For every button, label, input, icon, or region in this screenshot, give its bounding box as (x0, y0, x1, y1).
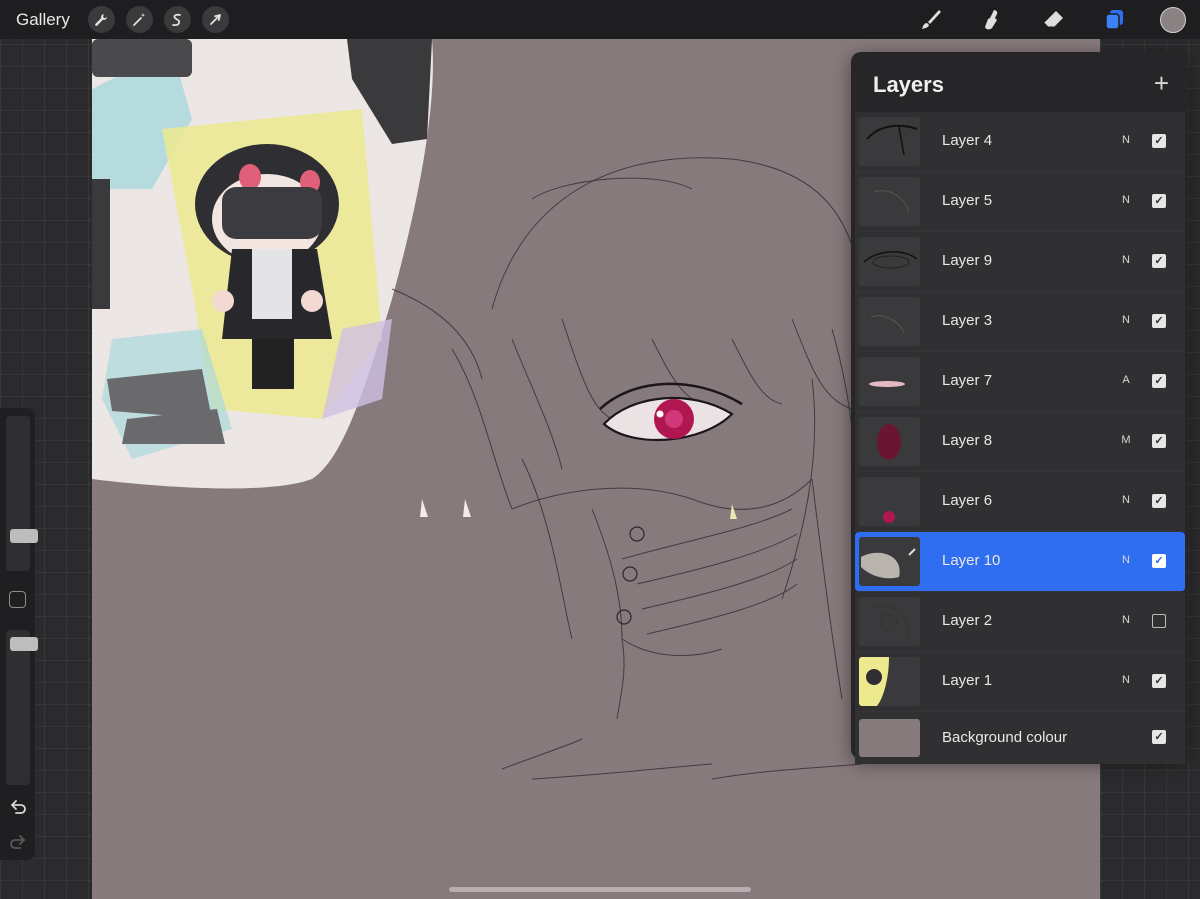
blend-mode-button[interactable]: N (1121, 314, 1131, 326)
layer-name: Layer 10 (942, 552, 1001, 569)
layer-row[interactable]: Layer 1 N ✓ (855, 652, 1185, 712)
blend-mode-button[interactable]: N (1121, 254, 1131, 266)
layer-name: Background colour (942, 729, 1068, 746)
layers-icon (1105, 9, 1123, 30)
blend-mode-button[interactable]: N (1121, 614, 1131, 626)
blend-mode-button[interactable]: N (1121, 194, 1131, 206)
brush-icon (922, 9, 941, 29)
brush-size-thumb[interactable] (10, 528, 38, 543)
modify-button[interactable] (9, 591, 26, 608)
layer-thumbnail[interactable] (859, 117, 920, 166)
magic-wand-icon (133, 12, 146, 26)
eraser-icon (1043, 10, 1063, 27)
layer-row[interactable]: Layer 3 N ✓ (855, 292, 1185, 352)
transform-button[interactable] (201, 6, 229, 33)
layer-thumbnail[interactable] (859, 417, 920, 466)
background-colour-row[interactable]: Background colour ✓ (855, 712, 1185, 764)
wrench-icon (95, 13, 108, 26)
layer-name: Layer 6 (942, 492, 993, 509)
smudge-icon (985, 9, 998, 29)
redo-icon[interactable] (8, 833, 28, 853)
selection-button[interactable] (163, 6, 191, 33)
layer-name: Layer 9 (942, 252, 993, 269)
layer-row[interactable]: Layer 9 N ✓ (855, 232, 1185, 292)
layer-name: Layer 1 (942, 672, 993, 689)
layer-name: Layer 8 (942, 432, 993, 449)
layer-thumbnail[interactable] (859, 297, 920, 346)
layer-thumbnail[interactable] (859, 597, 920, 646)
visibility-checkbox[interactable]: ✓ (1152, 254, 1166, 268)
brush-size-slider[interactable] (6, 416, 38, 571)
blend-mode-button[interactable]: N (1121, 554, 1131, 566)
visibility-checkbox[interactable]: ✓ (1152, 134, 1166, 148)
layer-thumbnail[interactable] (859, 477, 920, 526)
layer-name: Layer 2 (942, 612, 993, 629)
visibility-checkbox[interactable]: ✓ (1152, 194, 1166, 208)
layer-row[interactable]: Layer 5 N ✓ (855, 172, 1185, 232)
layer-thumbnail[interactable] (859, 357, 920, 406)
layer-name: Layer 7 (942, 372, 993, 389)
home-indicator[interactable] (449, 887, 751, 892)
adjustments-button[interactable] (125, 6, 153, 33)
opacity-thumb[interactable] (10, 637, 38, 652)
transform-arrow-icon (210, 13, 222, 25)
actions-button[interactable] (87, 6, 115, 33)
blend-mode-button[interactable]: A (1121, 374, 1131, 386)
layers-panel: Layers + Layer 4 N ✓ Layer 5 N ✓ Layer 9 N ✓ Laye… (851, 52, 1187, 764)
layer-name: Layer 5 (942, 192, 993, 209)
plus-icon[interactable]: + (1154, 70, 1169, 96)
layers-panel-title: Layers (873, 72, 944, 97)
undo-icon[interactable] (8, 798, 28, 818)
layer-thumbnail[interactable] (859, 177, 920, 226)
background-colour-swatch[interactable] (859, 719, 920, 757)
layers-button[interactable] (1099, 5, 1129, 35)
gallery-button[interactable]: Gallery (16, 10, 70, 30)
selection-icon (172, 13, 182, 26)
blend-mode-button[interactable]: N (1121, 494, 1131, 506)
visibility-checkbox[interactable] (1152, 614, 1166, 628)
layer-row[interactable]: Layer 10 N ✓ (855, 532, 1185, 592)
top-toolbar: Gallery (0, 0, 1200, 39)
blend-mode-button[interactable]: N (1121, 674, 1131, 686)
visibility-checkbox[interactable]: ✓ (1152, 554, 1166, 568)
smudge-tool-button[interactable] (977, 5, 1007, 35)
layer-thumbnail[interactable] (859, 237, 920, 286)
visibility-checkbox[interactable]: ✓ (1152, 674, 1166, 688)
visibility-checkbox[interactable]: ✓ (1152, 494, 1166, 508)
visibility-checkbox[interactable]: ✓ (1152, 730, 1166, 744)
visibility-checkbox[interactable]: ✓ (1152, 374, 1166, 388)
left-sidebar (0, 408, 38, 860)
eraser-tool-button[interactable] (1038, 5, 1068, 35)
blend-mode-button[interactable]: N (1121, 134, 1131, 146)
layer-name: Layer 4 (942, 132, 993, 149)
layer-row[interactable]: Layer 6 N ✓ (855, 472, 1185, 532)
opacity-slider[interactable] (6, 630, 38, 785)
layer-row[interactable]: Layer 4 N ✓ (855, 112, 1185, 172)
layer-row[interactable]: Layer 8 M ✓ (855, 412, 1185, 472)
layer-row[interactable]: Layer 2 N (855, 592, 1185, 652)
blend-mode-button[interactable]: M (1121, 434, 1131, 446)
layer-row[interactable]: Layer 7 A ✓ (855, 352, 1185, 412)
visibility-checkbox[interactable]: ✓ (1152, 434, 1166, 448)
layer-thumbnail[interactable] (859, 537, 920, 586)
visibility-checkbox[interactable]: ✓ (1152, 314, 1166, 328)
layer-name: Layer 3 (942, 312, 993, 329)
color-picker-button[interactable] (1160, 6, 1186, 33)
brush-tool-button[interactable] (916, 5, 946, 35)
layer-list: Layer 4 N ✓ Layer 5 N ✓ Layer 9 N ✓ Layer 3 N ✓ Laye… (855, 112, 1185, 764)
layer-thumbnail[interactable] (859, 657, 920, 706)
